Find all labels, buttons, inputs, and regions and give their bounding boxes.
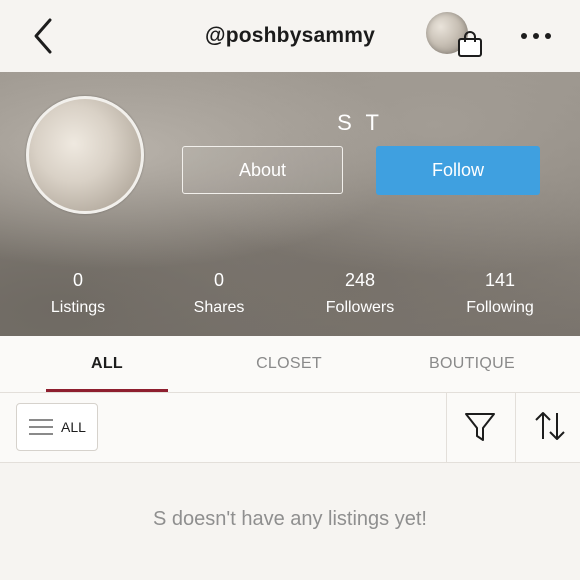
category-menu-button[interactable]: ALL xyxy=(16,403,98,451)
stat-label: Followers xyxy=(325,299,395,316)
filter-funnel-icon[interactable] xyxy=(462,409,498,445)
divider xyxy=(446,393,447,462)
stat-value: 0 xyxy=(213,270,224,290)
stat-label: Following xyxy=(466,299,534,316)
stat-value: 248 xyxy=(344,270,376,290)
profile-screen: @poshbysammy S T About Follow 0 Listings… xyxy=(0,0,580,580)
display-name: S T xyxy=(337,110,383,135)
stat-label: Listings xyxy=(50,299,106,316)
stat-listings[interactable]: 0 Listings xyxy=(8,268,148,318)
category-label: ALL xyxy=(61,419,86,435)
stat-label: Shares xyxy=(193,299,245,316)
closet-tabs: ALL CLOSET BOUTIQUE xyxy=(0,336,580,393)
about-button[interactable]: About xyxy=(182,146,343,194)
sort-arrows-icon[interactable] xyxy=(532,407,568,445)
stat-followers[interactable]: 248 Followers xyxy=(290,268,430,318)
tab-all[interactable]: ALL xyxy=(46,336,168,392)
empty-listings-message: S doesn't have any listings yet! xyxy=(153,508,427,530)
active-tab-indicator xyxy=(46,389,168,392)
filter-bar: ALL xyxy=(0,393,580,463)
tab-closet[interactable]: CLOSET xyxy=(228,336,350,392)
top-nav-bar: @poshbysammy xyxy=(0,0,580,73)
more-dots-icon[interactable] xyxy=(518,28,554,44)
stat-following[interactable]: 141 Following xyxy=(430,268,570,318)
hamburger-icon xyxy=(29,419,53,435)
shopping-bag-icon[interactable] xyxy=(456,30,484,58)
stat-shares[interactable]: 0 Shares xyxy=(149,268,289,318)
tab-boutique[interactable]: BOUTIQUE xyxy=(406,336,538,392)
profile-avatar[interactable] xyxy=(26,96,144,214)
stat-value: 141 xyxy=(484,270,516,290)
stat-value: 0 xyxy=(72,270,83,290)
divider xyxy=(515,393,516,462)
follow-button[interactable]: Follow xyxy=(376,146,540,195)
page-title-username: @poshbysammy xyxy=(205,24,375,47)
